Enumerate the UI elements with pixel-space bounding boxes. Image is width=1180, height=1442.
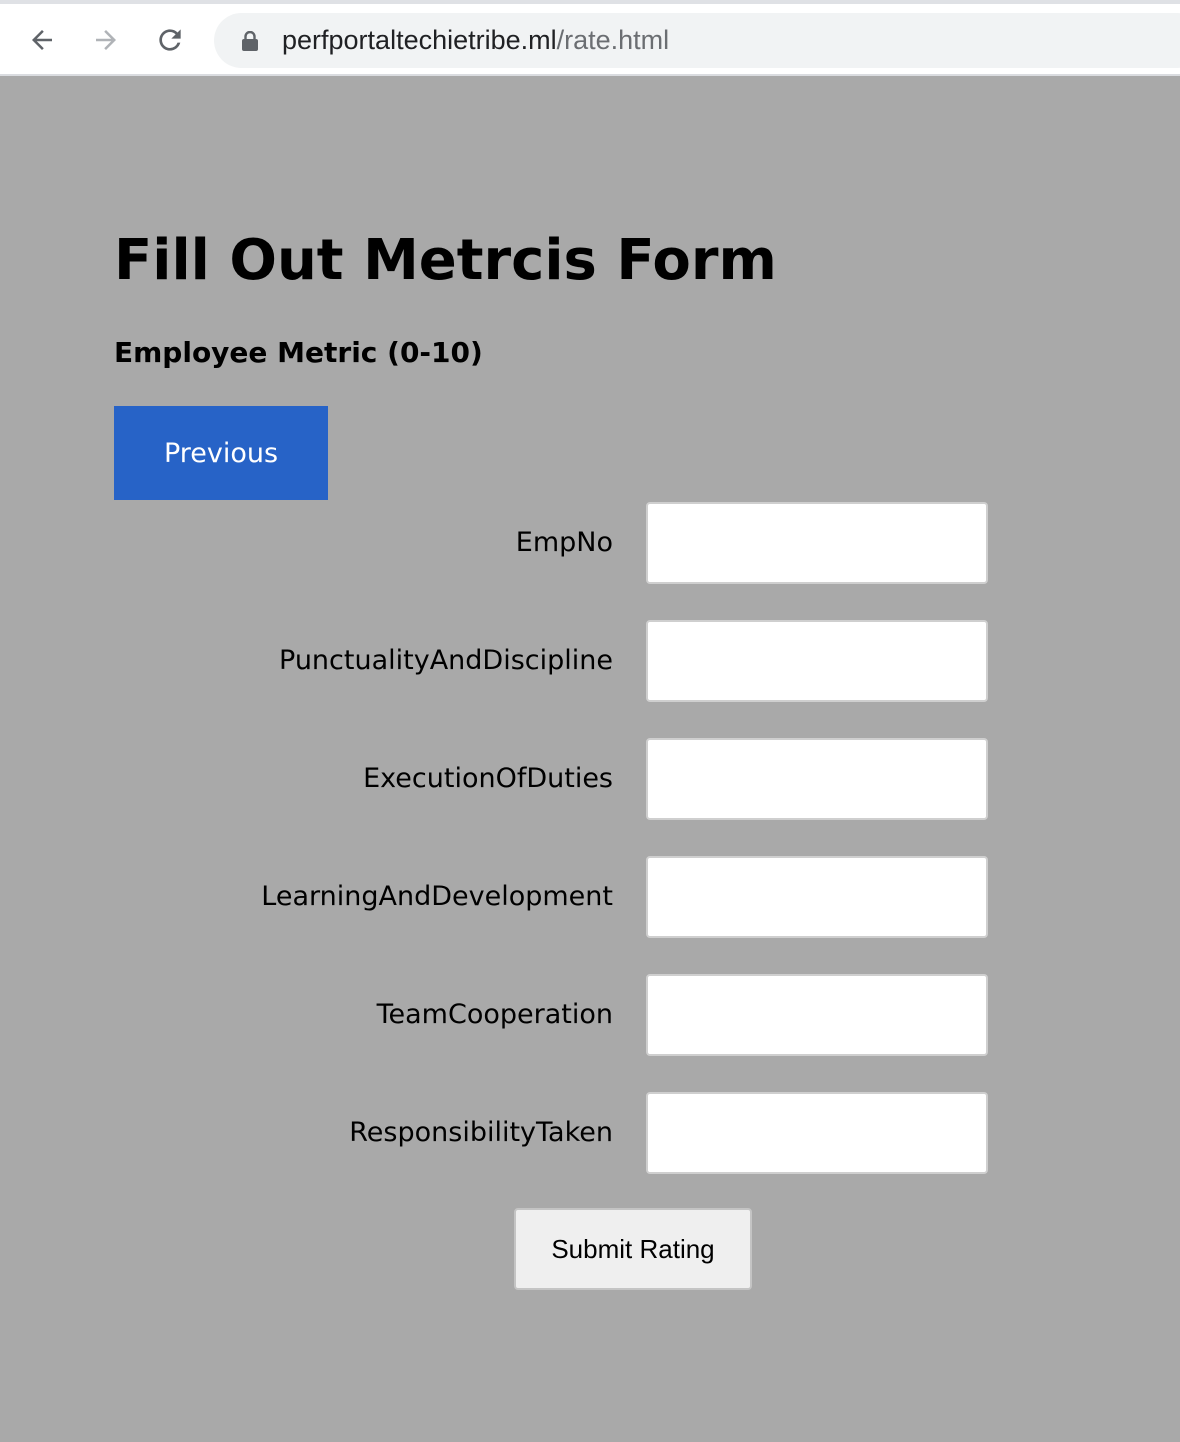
learning-label: LearningAndDevelopment	[261, 881, 613, 912]
empno-label: EmpNo	[515, 527, 613, 558]
page-subtitle: Employee Metric (0-10)	[114, 336, 483, 369]
address-bar[interactable]: perfportaltechietribe.ml/rate.html	[214, 13, 1180, 68]
execution-input[interactable]	[646, 738, 988, 820]
reload-button[interactable]	[152, 22, 188, 58]
previous-button[interactable]: Previous	[114, 406, 328, 500]
submit-rating-button[interactable]: Submit Rating	[514, 1208, 752, 1290]
back-button[interactable]	[24, 22, 60, 58]
learning-input[interactable]	[646, 856, 988, 938]
url-path: /rate.html	[556, 25, 670, 55]
forward-button[interactable]	[88, 22, 124, 58]
execution-label: ExecutionOfDuties	[363, 763, 613, 794]
form-row-execution: ExecutionOfDuties	[0, 738, 1180, 820]
team-input[interactable]	[646, 974, 988, 1056]
page-title: Fill Out Metrcis Form	[114, 228, 777, 293]
arrow-left-icon	[32, 30, 52, 50]
url-text: perfportaltechietribe.ml/rate.html	[282, 13, 669, 68]
punctuality-label: PunctualityAndDiscipline	[279, 645, 613, 676]
form-row-punctuality: PunctualityAndDiscipline	[0, 620, 1180, 702]
form-row-team: TeamCooperation	[0, 974, 1180, 1056]
form-row-empno: EmpNo	[0, 502, 1180, 584]
form-row-learning: LearningAndDevelopment	[0, 856, 1180, 938]
lock-icon	[242, 31, 258, 51]
url-host: perfportaltechietribe.ml	[282, 25, 557, 55]
empno-input[interactable]	[646, 502, 988, 584]
reload-icon	[159, 29, 181, 51]
arrow-right-icon	[96, 30, 116, 50]
browser-toolbar: perfportaltechietribe.ml/rate.html	[0, 4, 1180, 76]
punctuality-input[interactable]	[646, 620, 988, 702]
responsibility-label: ResponsibilityTaken	[349, 1117, 613, 1148]
responsibility-input[interactable]	[646, 1092, 988, 1174]
form-row-responsibility: ResponsibilityTaken	[0, 1092, 1180, 1174]
team-label: TeamCooperation	[376, 999, 613, 1030]
